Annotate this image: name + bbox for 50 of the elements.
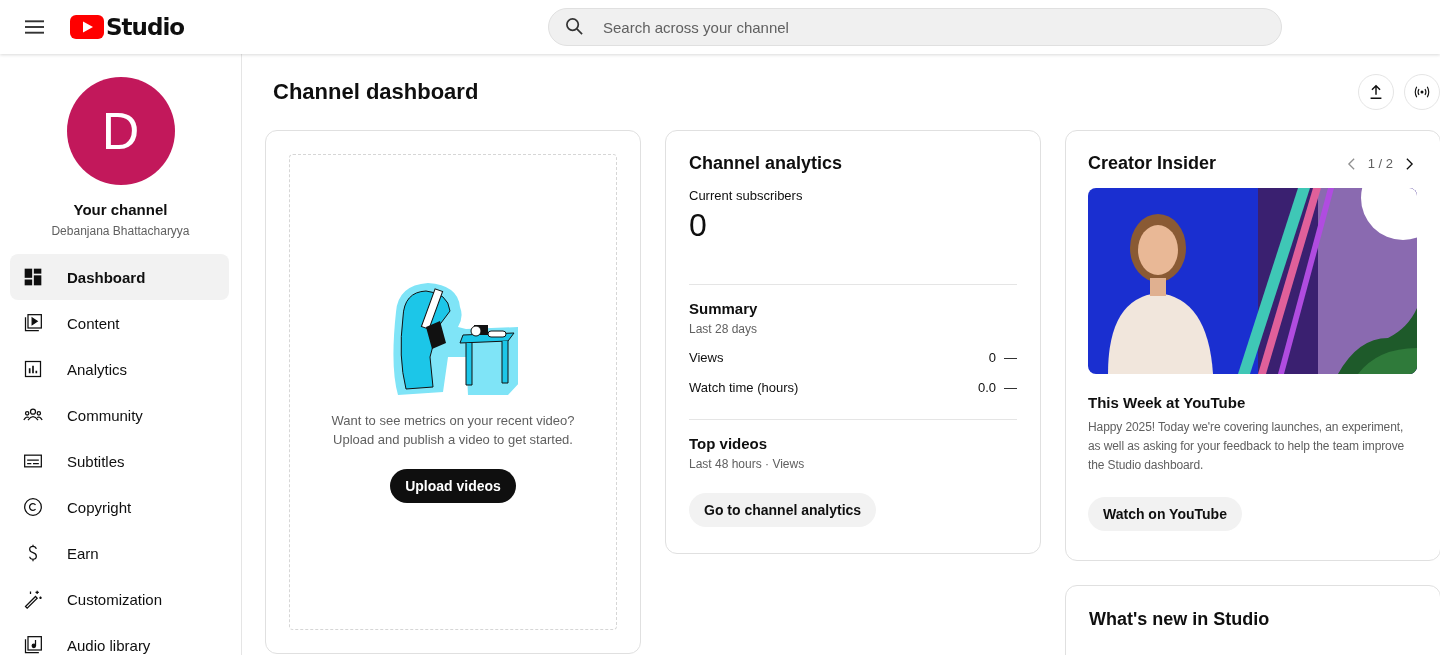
subscribers-label: Current subscribers — [689, 188, 804, 203]
sidebar-item[interactable]: Analytics — [10, 346, 229, 392]
play-logo-icon — [70, 15, 104, 39]
avatar[interactable]: D — [66, 77, 175, 185]
previous-icon[interactable] — [1346, 156, 1356, 171]
trend-indicator: — — [1004, 350, 1017, 365]
empty-state-message: Want to see metrics on your recent video? Upload and publish a video to get started. — [331, 412, 575, 449]
channel-name: Debanjana Bhattacharyya — [51, 224, 190, 238]
next-icon[interactable] — [1405, 156, 1414, 171]
channel-title: Your channel — [73, 201, 168, 218]
sidebar-item[interactable]: Customization — [10, 576, 229, 622]
video-title: This Week at YouTube — [1088, 394, 1247, 411]
page-indicator: 1 / 2 — [1367, 156, 1393, 171]
upload-button[interactable] — [1358, 74, 1394, 110]
sidebar-item[interactable]: Content — [10, 300, 229, 346]
logo-text: Studio — [106, 14, 185, 40]
upload-videos-button[interactable]: Upload videos — [390, 469, 516, 503]
video-description: Happy 2025! Today we're covering launches, an experiment, as well as asking for your feedback to help the team improve the Studio dashboard. — [1088, 419, 1406, 474]
trend-indicator: — — [1004, 380, 1017, 395]
menu-icon[interactable] — [25, 20, 44, 34]
live-button[interactable] — [1404, 74, 1440, 110]
section-title: Summary — [689, 300, 759, 317]
subscriber-count: 0 — [689, 207, 708, 244]
search-field[interactable]: Search across your channel — [548, 8, 1282, 46]
metric-value: 0 — [988, 350, 996, 365]
card-title: Channel analytics — [689, 153, 844, 174]
content-icon — [23, 313, 43, 333]
sidebar-item[interactable]: Copyright — [10, 484, 229, 530]
metric-value: 0.0 — [977, 380, 996, 395]
period-label: Last 28 days — [689, 322, 759, 336]
wand-icon — [23, 589, 43, 609]
sidebar-item[interactable]: Dashboard — [10, 254, 229, 300]
sidebar-item[interactable]: Community — [10, 392, 229, 438]
metric-label: Watch time (hours) — [689, 380, 799, 395]
period-label: Last 48 hours · Views — [689, 457, 806, 471]
dashboard-icon — [23, 267, 43, 287]
sidebar-item[interactable]: Subtitles — [10, 438, 229, 484]
search-icon — [565, 17, 584, 36]
page-title: Channel dashboard — [273, 79, 479, 105]
metric-label: Views — [689, 350, 724, 365]
music-library-icon — [23, 635, 43, 655]
card-title: What's new in Studio — [1089, 609, 1271, 630]
watch-on-youtube-button[interactable]: Watch on YouTube — [1088, 497, 1242, 531]
channel-analytics-button[interactable]: Go to channel analytics — [689, 493, 877, 527]
copyright-icon — [23, 497, 43, 517]
analytics-icon — [23, 359, 43, 379]
section-title: Top videos — [689, 435, 769, 452]
sidebar-item[interactable]: Audio library — [10, 622, 229, 655]
sidebar-item[interactable]: Earn — [10, 530, 229, 576]
card-title: Creator Insider — [1088, 153, 1217, 174]
